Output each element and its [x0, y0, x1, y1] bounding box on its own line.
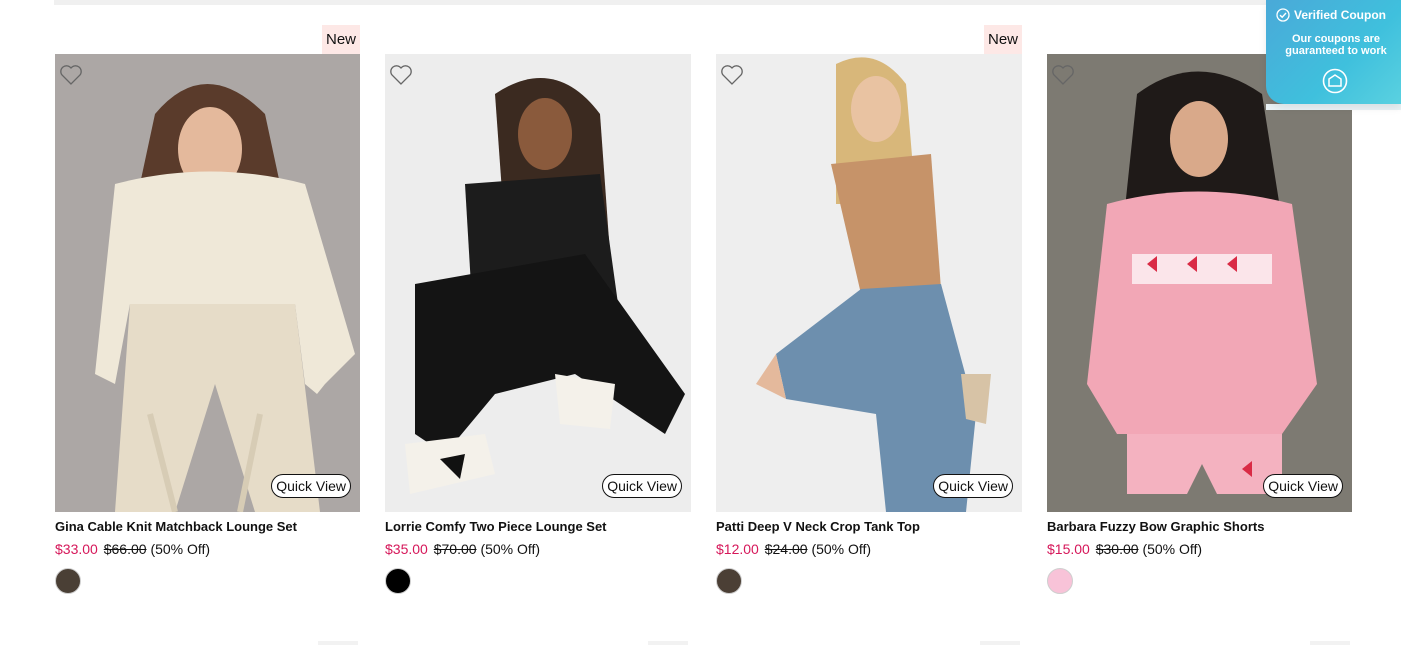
- verified-coupon-widget[interactable]: Verified Coupon Our coupons are guarante…: [1266, 0, 1401, 104]
- discount-label: (50% Off): [480, 541, 541, 557]
- color-swatch[interactable]: [55, 568, 81, 594]
- next-row-edge: [980, 641, 1020, 645]
- quick-view-button[interactable]: Quick View: [933, 474, 1013, 498]
- coupon-title-text: Verified Coupon: [1294, 8, 1387, 22]
- badge-row: New: [55, 25, 360, 54]
- top-divider: [54, 0, 1401, 5]
- coupon-text: Our coupons are guaranteed to work: [1285, 33, 1387, 57]
- product-card[interactable]: New Quick View Gina Cable Knit Matchback: [55, 25, 360, 594]
- original-price: $24.00: [764, 541, 808, 557]
- badge-row: [385, 25, 691, 54]
- price-row: $12.00 $24.00 (50% Off): [716, 540, 1022, 558]
- product-card[interactable]: Quick View Barbara Fuzzy Bow Graphic Sho…: [1047, 25, 1352, 594]
- product-title[interactable]: Patti Deep V Neck Crop Tank Top: [716, 518, 1022, 536]
- sale-price: $15.00: [1047, 541, 1090, 557]
- coupon-widget-shadow: [1266, 104, 1401, 110]
- badge-row: New: [716, 25, 1022, 54]
- product-grid: New Quick View Gina Cable Knit Matchback: [55, 25, 1352, 594]
- sale-price: $33.00: [55, 541, 98, 557]
- original-price: $70.00: [433, 541, 477, 557]
- quick-view-button[interactable]: Quick View: [1263, 474, 1343, 498]
- coupon-brand-logo-icon[interactable]: [1322, 68, 1348, 94]
- quick-view-button[interactable]: Quick View: [602, 474, 682, 498]
- coupon-title: Verified Coupon: [1276, 8, 1386, 22]
- product-card[interactable]: Quick View Lorrie Comfy Two Piece Lounge…: [385, 25, 691, 594]
- product-photo: [385, 54, 691, 512]
- color-swatch[interactable]: [1047, 568, 1073, 594]
- product-photo: [55, 54, 360, 512]
- sale-price: $35.00: [385, 541, 428, 557]
- next-row-edge: [1310, 641, 1350, 645]
- product-image[interactable]: Quick View: [385, 54, 691, 512]
- check-circle-icon: [1276, 8, 1290, 22]
- discount-label: (50% Off): [150, 541, 211, 557]
- color-swatch[interactable]: [716, 568, 742, 594]
- price-row: $33.00 $66.00 (50% Off): [55, 540, 360, 558]
- new-badge: New: [321, 25, 360, 54]
- sale-price: $12.00: [716, 541, 759, 557]
- heart-outline-icon[interactable]: [389, 64, 413, 86]
- next-row-edge: [648, 641, 688, 645]
- color-swatch[interactable]: [385, 568, 411, 594]
- product-listing-page: New Quick View Gina Cable Knit Matchback: [0, 0, 1401, 645]
- product-image[interactable]: Quick View: [1047, 54, 1352, 512]
- quick-view-button[interactable]: Quick View: [271, 474, 351, 498]
- product-image[interactable]: Quick View: [716, 54, 1022, 512]
- heart-outline-icon[interactable]: [1051, 64, 1075, 86]
- original-price: $66.00: [103, 541, 147, 557]
- price-row: $35.00 $70.00 (50% Off): [385, 540, 691, 558]
- new-badge: New: [983, 25, 1022, 54]
- discount-label: (50% Off): [811, 541, 872, 557]
- product-photo: [1047, 54, 1352, 512]
- product-title[interactable]: Lorrie Comfy Two Piece Lounge Set: [385, 518, 691, 536]
- original-price: $30.00: [1095, 541, 1139, 557]
- product-photo: [716, 54, 1022, 512]
- next-row-edge: [318, 641, 358, 645]
- discount-label: (50% Off): [1142, 541, 1203, 557]
- heart-outline-icon[interactable]: [720, 64, 744, 86]
- price-row: $15.00 $30.00 (50% Off): [1047, 540, 1352, 558]
- product-title[interactable]: Barbara Fuzzy Bow Graphic Shorts: [1047, 518, 1352, 536]
- heart-outline-icon[interactable]: [59, 64, 83, 86]
- product-image[interactable]: Quick View: [55, 54, 360, 512]
- product-title[interactable]: Gina Cable Knit Matchback Lounge Set: [55, 518, 360, 536]
- product-card[interactable]: New Quick View Patti Deep V Neck Crop Ta…: [716, 25, 1022, 594]
